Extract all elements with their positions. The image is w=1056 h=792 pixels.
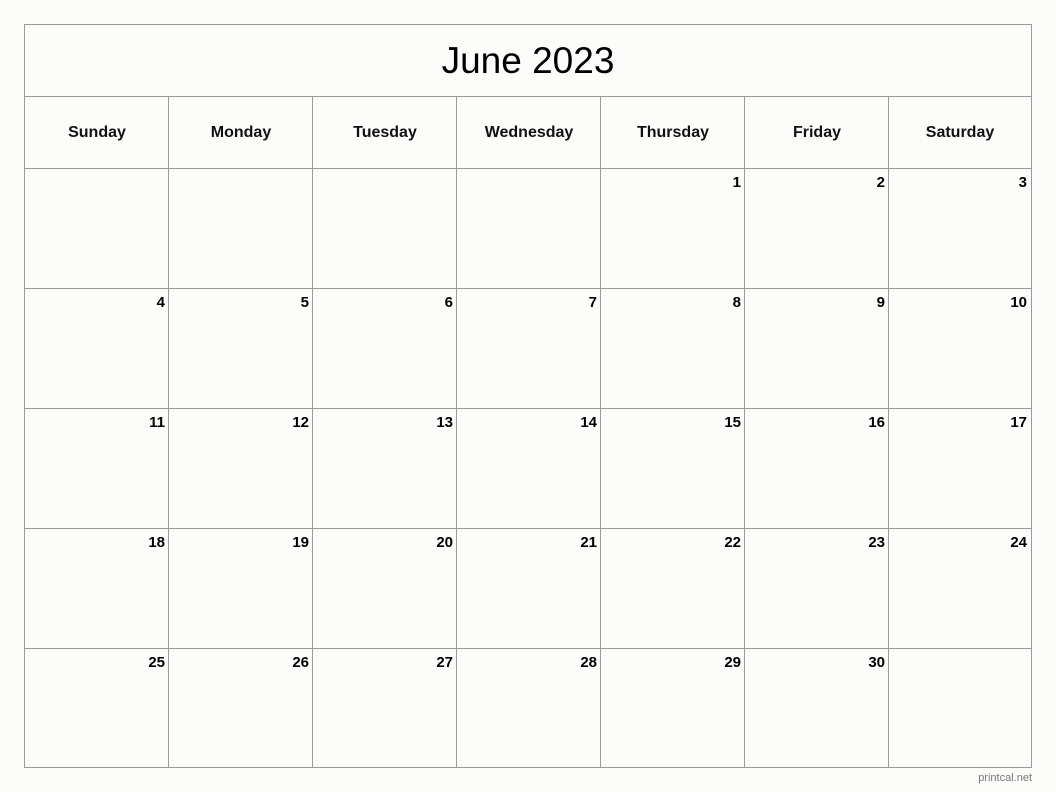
day-cell-7: 7 <box>457 289 601 409</box>
day-number: 17 <box>1010 414 1027 431</box>
day-number: 11 <box>149 414 165 431</box>
day-number: 20 <box>436 534 453 551</box>
weekday-header-monday: Monday <box>169 97 313 169</box>
empty-day-cell <box>169 169 313 289</box>
grid-divider <box>168 97 169 768</box>
day-cell-8: 8 <box>601 289 745 409</box>
day-cell-11: 11 <box>25 409 169 529</box>
day-cell-23: 23 <box>745 529 889 649</box>
day-number: 29 <box>724 654 741 671</box>
day-number: 16 <box>868 414 885 431</box>
day-cell-26: 26 <box>169 649 313 769</box>
day-cell-10: 10 <box>889 289 1031 409</box>
day-cell-19: 19 <box>169 529 313 649</box>
day-cell-3: 3 <box>889 169 1031 289</box>
day-number: 12 <box>292 414 309 431</box>
weekday-header-tuesday: Tuesday <box>313 97 457 169</box>
day-cell-30: 30 <box>745 649 889 769</box>
day-number: 6 <box>444 294 453 311</box>
day-cell-12: 12 <box>169 409 313 529</box>
empty-day-cell <box>313 169 457 289</box>
day-cell-13: 13 <box>313 409 457 529</box>
day-number: 18 <box>148 534 165 551</box>
day-cell-1: 1 <box>601 169 745 289</box>
day-number: 26 <box>292 654 309 671</box>
calendar-title: June 2023 <box>25 25 1031 97</box>
day-cell-27: 27 <box>313 649 457 769</box>
weekday-header-thursday: Thursday <box>601 97 745 169</box>
day-number: 5 <box>300 294 309 311</box>
day-cell-17: 17 <box>889 409 1031 529</box>
day-number: 25 <box>148 654 165 671</box>
empty-day-cell <box>889 649 1031 769</box>
grid-divider <box>456 97 457 768</box>
day-cell-5: 5 <box>169 289 313 409</box>
weekday-header-saturday: Saturday <box>889 97 1031 169</box>
day-number: 24 <box>1010 534 1027 551</box>
day-cell-6: 6 <box>313 289 457 409</box>
day-cell-28: 28 <box>457 649 601 769</box>
day-number: 27 <box>436 654 453 671</box>
day-number: 10 <box>1010 294 1027 311</box>
day-number: 14 <box>580 414 597 431</box>
day-number: 1 <box>732 174 741 191</box>
day-cell-25: 25 <box>25 649 169 769</box>
calendar: June 2023 Sunday Monday Tuesday Wednesday Th… <box>24 24 1032 768</box>
weekday-header-wednesday: Wednesday <box>457 97 601 169</box>
day-number: 19 <box>292 534 309 551</box>
empty-day-cell <box>25 169 169 289</box>
day-number: 8 <box>732 294 741 311</box>
day-cell-29: 29 <box>601 649 745 769</box>
day-cell-9: 9 <box>745 289 889 409</box>
day-cell-2: 2 <box>745 169 889 289</box>
weekday-header-sunday: Sunday <box>25 97 169 169</box>
day-cell-20: 20 <box>313 529 457 649</box>
day-number: 2 <box>876 174 885 191</box>
grid-divider <box>312 97 313 768</box>
day-number: 7 <box>588 294 597 311</box>
day-number: 9 <box>876 294 885 311</box>
day-cell-4: 4 <box>25 289 169 409</box>
grid-divider <box>888 97 889 768</box>
grid-divider <box>600 97 601 768</box>
day-number: 28 <box>580 654 597 671</box>
day-cell-16: 16 <box>745 409 889 529</box>
day-cell-15: 15 <box>601 409 745 529</box>
empty-day-cell <box>457 169 601 289</box>
day-number: 15 <box>724 414 741 431</box>
day-cell-18: 18 <box>25 529 169 649</box>
day-number: 30 <box>868 654 885 671</box>
day-cell-24: 24 <box>889 529 1031 649</box>
site-credit: printcal.net <box>978 772 1032 784</box>
day-number: 13 <box>436 414 453 431</box>
day-number: 23 <box>868 534 885 551</box>
day-cell-22: 22 <box>601 529 745 649</box>
grid-divider <box>744 97 745 768</box>
day-cell-21: 21 <box>457 529 601 649</box>
day-number: 22 <box>724 534 741 551</box>
day-number: 21 <box>580 534 597 551</box>
day-number: 4 <box>156 294 165 311</box>
weekday-header-friday: Friday <box>745 97 889 169</box>
day-cell-14: 14 <box>457 409 601 529</box>
day-number: 3 <box>1018 174 1027 191</box>
